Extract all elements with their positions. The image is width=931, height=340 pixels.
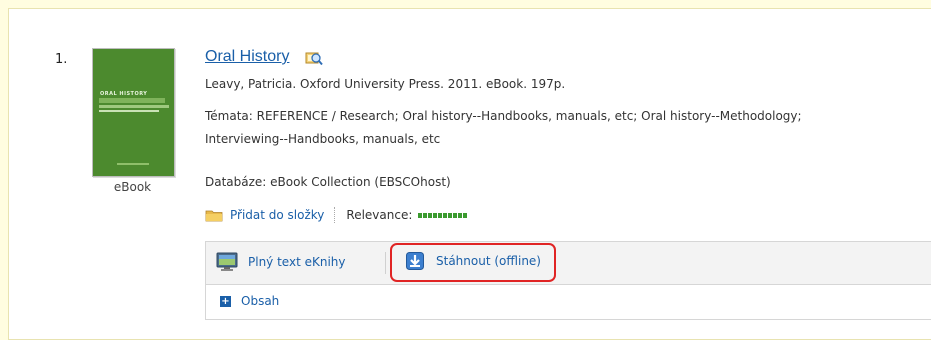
relevance-segment	[423, 212, 428, 218]
result-actions: Přidat do složky Relevance:	[205, 207, 468, 223]
database-line: Databáze: eBook Collection (EBSCOhost)	[205, 175, 451, 189]
download-highlight-box	[390, 243, 556, 282]
monitor-icon	[216, 252, 238, 271]
cover-title: ORAL HISTORY	[100, 91, 148, 97]
result-number: 1.	[55, 52, 68, 67]
relevance-segment	[463, 212, 468, 218]
fulltext-toolbar: Plný text eKnihy Stáhnout (offline)	[205, 241, 931, 284]
relevance-meter	[418, 212, 468, 218]
folder-icon[interactable]	[205, 209, 223, 222]
relevance-segment	[438, 212, 443, 218]
cover-band	[99, 98, 165, 103]
contents-toggle[interactable]: + Obsah	[220, 294, 279, 308]
subjects-line: Témata: REFERENCE / Research; Oral histo…	[205, 109, 802, 123]
toolbar-divider	[385, 252, 386, 274]
relevance-segment	[448, 212, 453, 218]
relevance-segment	[433, 212, 438, 218]
relevance-segment	[418, 212, 423, 218]
cover-footer-mark	[117, 163, 149, 165]
cover-band	[99, 110, 159, 112]
relevance-segment	[453, 212, 458, 218]
fulltext-ebook-link[interactable]: Plný text eKnihy	[216, 252, 346, 272]
relevance-segment	[458, 212, 463, 218]
cover-band	[99, 105, 169, 108]
divider	[334, 207, 336, 223]
contents-label: Obsah	[241, 294, 280, 308]
relevance-segment	[428, 212, 433, 218]
plus-icon: +	[220, 295, 231, 307]
relevance-label: Relevance:	[346, 208, 413, 222]
preview-magnifier-icon[interactable]	[305, 50, 323, 66]
author-publisher-line: Leavy, Patricia. Oxford University Press…	[205, 77, 566, 91]
result-title-link[interactable]: Oral History	[205, 48, 289, 66]
fulltext-ebook-label: Plný text eKnihy	[248, 255, 346, 269]
subjects-line-continued: Interviewing--Handbooks, manuals, etc	[205, 132, 441, 146]
contents-panel: + Obsah	[205, 284, 931, 320]
cover-type-label: eBook	[113, 180, 152, 194]
add-to-folder-link[interactable]: Přidat do složky	[230, 208, 324, 222]
relevance-segment	[443, 212, 448, 218]
book-cover[interactable]: ORAL HISTORY	[92, 48, 175, 177]
